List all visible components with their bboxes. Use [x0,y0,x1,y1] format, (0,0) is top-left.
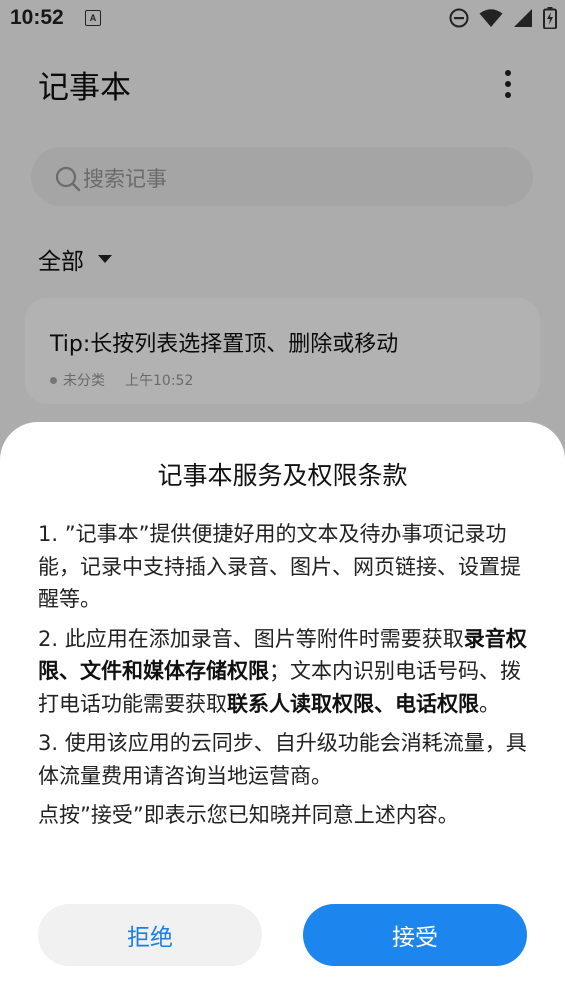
terms-p2-bold-2: 联系人读取权限、电话权限 [227,691,479,716]
terms-paragraph-2: 2. 此应用在添加录音、图片等附件时需要获取录音权限、文件和媒体存储权限；文本内… [38,623,528,721]
accept-button[interactable]: 接受 [303,904,527,966]
terms-p2-text-3: 。 [479,691,500,716]
terms-paragraph-1: 1. ”记事本”提供便捷好用的文本及待办事项记录功能，记录中支持插入录音、图片、… [38,522,521,611]
terms-p2-text-1: 2. 此应用在添加录音、图片等附件时需要获取 [38,626,464,651]
terms-paragraph-4: 点按”接受”即表示您已知晓并同意上述内容。 [38,803,459,827]
dialog-body: 1. ”记事本”提供便捷好用的文本及待办事项记录功能，记录中支持插入录音、图片、… [38,518,528,839]
reject-button[interactable]: 拒绝 [38,904,262,966]
terms-paragraph-3: 3. 使用该应用的云同步、自升级功能会消耗流量，具体流量费用请咨询当地运营商。 [38,731,527,788]
dialog-title: 记事本服务及权限条款 [157,461,408,490]
terms-dialog: 记事本服务及权限条款 1. ”记事本”提供便捷好用的文本及待办事项记录功能，记录… [0,422,565,1004]
